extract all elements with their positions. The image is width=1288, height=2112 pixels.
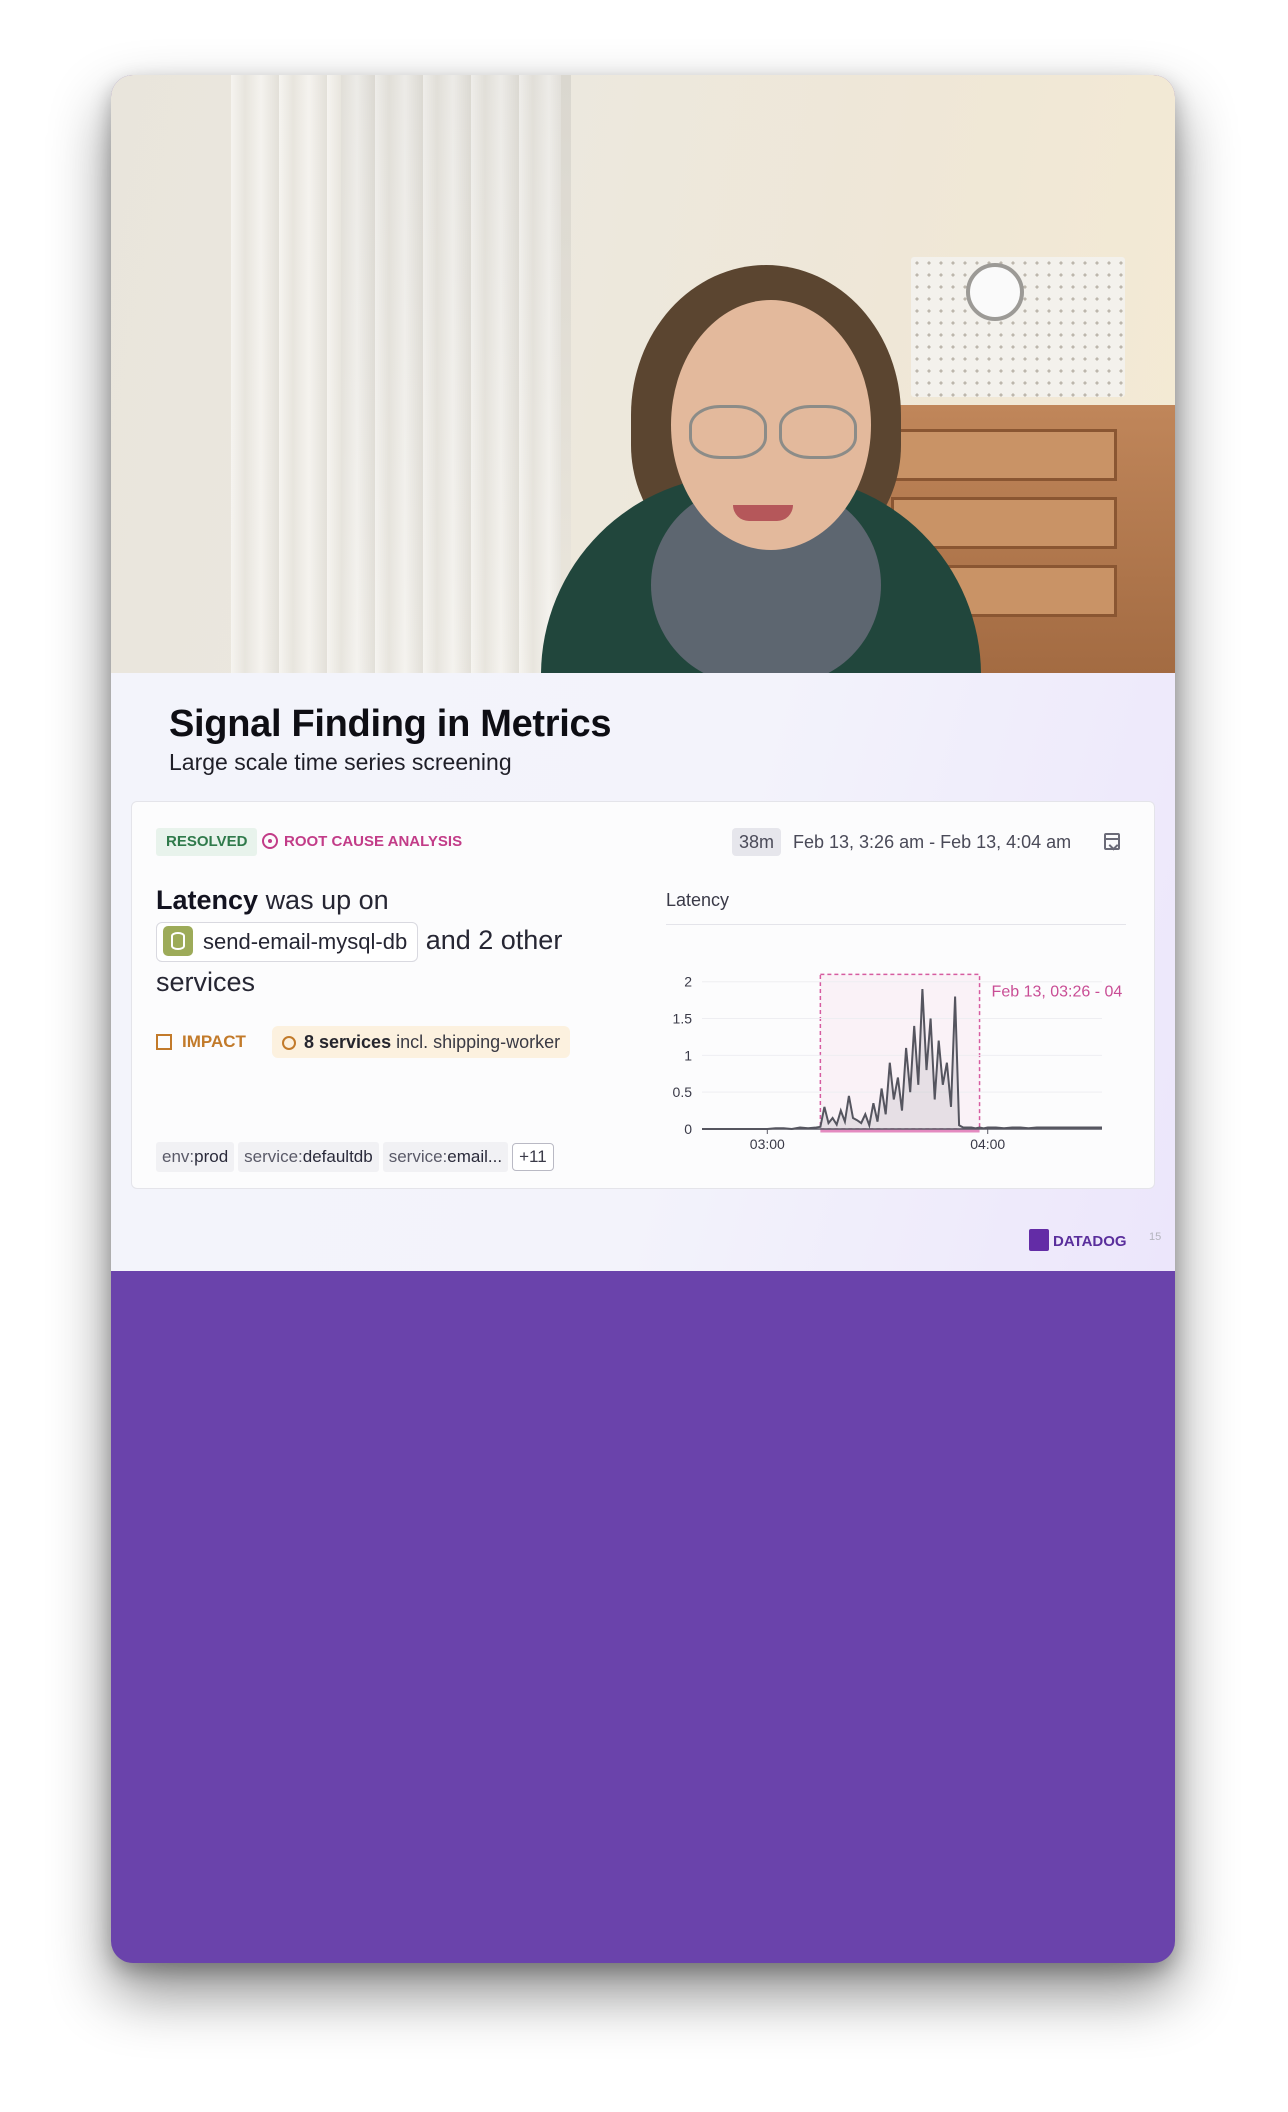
time-range: Feb 13, 3:26 am - Feb 13, 4:04 am — [793, 832, 1072, 852]
logo-text: DATADOG — [1053, 1233, 1127, 1250]
service-name: send-email-mysql-db — [203, 928, 408, 954]
tag-list: env:prod service:defaultdb service:email..… — [156, 1142, 554, 1172]
wall-clock — [966, 263, 1024, 321]
tag-chip[interactable]: service:defaultdb — [238, 1142, 379, 1172]
y-tick-label: 0 — [684, 1121, 692, 1137]
x-tick-label: 03:00 — [750, 1136, 785, 1152]
drawer — [891, 429, 1117, 481]
page-number: 15 — [1149, 1231, 1162, 1243]
x-tick-label: 04:00 — [970, 1136, 1005, 1152]
target-icon — [262, 833, 278, 849]
speaker-mouth — [733, 505, 793, 521]
curtain — [231, 75, 561, 673]
service-chip[interactable]: send-email-mysql-db — [156, 921, 419, 962]
glasses-lens — [689, 405, 767, 459]
y-tick-label: 1.5 — [673, 1011, 693, 1027]
slide: Signal Finding in Metrics Large scale ti… — [111, 673, 1175, 1271]
slide-subtitle: Large scale time series screening — [169, 749, 512, 775]
impact-count: 8 services — [304, 1032, 392, 1052]
rca-label: ROOT CAUSE ANALYSIS — [262, 828, 462, 856]
tag-key: service: — [244, 1147, 303, 1166]
tag-key: env: — [162, 1147, 195, 1166]
rca-text: ROOT CAUSE ANALYSIS — [284, 833, 463, 850]
presentation-window: Signal Finding in Metrics Large scale ti… — [111, 75, 1175, 1963]
tag-key: service: — [388, 1147, 448, 1166]
chart-divider — [666, 924, 1126, 925]
tag-value: prod — [194, 1147, 229, 1166]
y-tick-label: 1 — [684, 1047, 692, 1063]
more-tags-button[interactable]: +11 — [512, 1143, 554, 1171]
tag-value: email... — [447, 1147, 503, 1166]
summary-pre: was up on — [265, 885, 389, 915]
speaker-glasses — [684, 405, 859, 459]
impact-icon — [156, 1034, 172, 1050]
impact-rest: incl. shipping-worker — [396, 1032, 561, 1052]
impact-text: IMPACT — [182, 1032, 246, 1051]
y-tick-label: 2 — [684, 974, 692, 990]
summary-metric: Latency — [156, 885, 259, 915]
y-tick-label: 0.5 — [673, 1084, 693, 1100]
speaker-video — [111, 75, 1175, 673]
impact-label: IMPACT — [156, 1026, 246, 1058]
impact-chip[interactable]: 8 services incl. shipping-worker — [272, 1026, 571, 1058]
datadog-logo: DATADOG — [1029, 1229, 1127, 1253]
calendar-icon[interactable] — [1104, 833, 1120, 850]
dog-logo-icon — [1029, 1229, 1049, 1251]
status-badge: RESOLVED — [156, 828, 258, 856]
incident-summary: Latency was up on send-email-mysql-db an… — [156, 880, 626, 1002]
tag-chip[interactable]: service:email... — [382, 1142, 509, 1172]
services-icon — [282, 1036, 296, 1050]
latency-chart[interactable]: Feb 13, 03:26 - 04 0 0.5 1 1.5 2 03:00 04:00 — [652, 937, 1132, 1177]
incident-card[interactable]: RESOLVED ROOT CAUSE ANALYSIS 38m Feb 13,… — [131, 801, 1155, 1189]
database-icon — [163, 925, 193, 956]
tag-value: defaultdb — [302, 1147, 373, 1166]
slide-title: Signal Finding in Metrics — [169, 703, 612, 745]
tag-chip[interactable]: env:prod — [156, 1142, 235, 1172]
highlight-label: Feb 13, 03:26 - 04 — [992, 983, 1123, 1000]
duration-badge: 38m — [732, 828, 782, 856]
chart-title: Latency — [666, 890, 730, 910]
glasses-lens — [779, 405, 857, 459]
